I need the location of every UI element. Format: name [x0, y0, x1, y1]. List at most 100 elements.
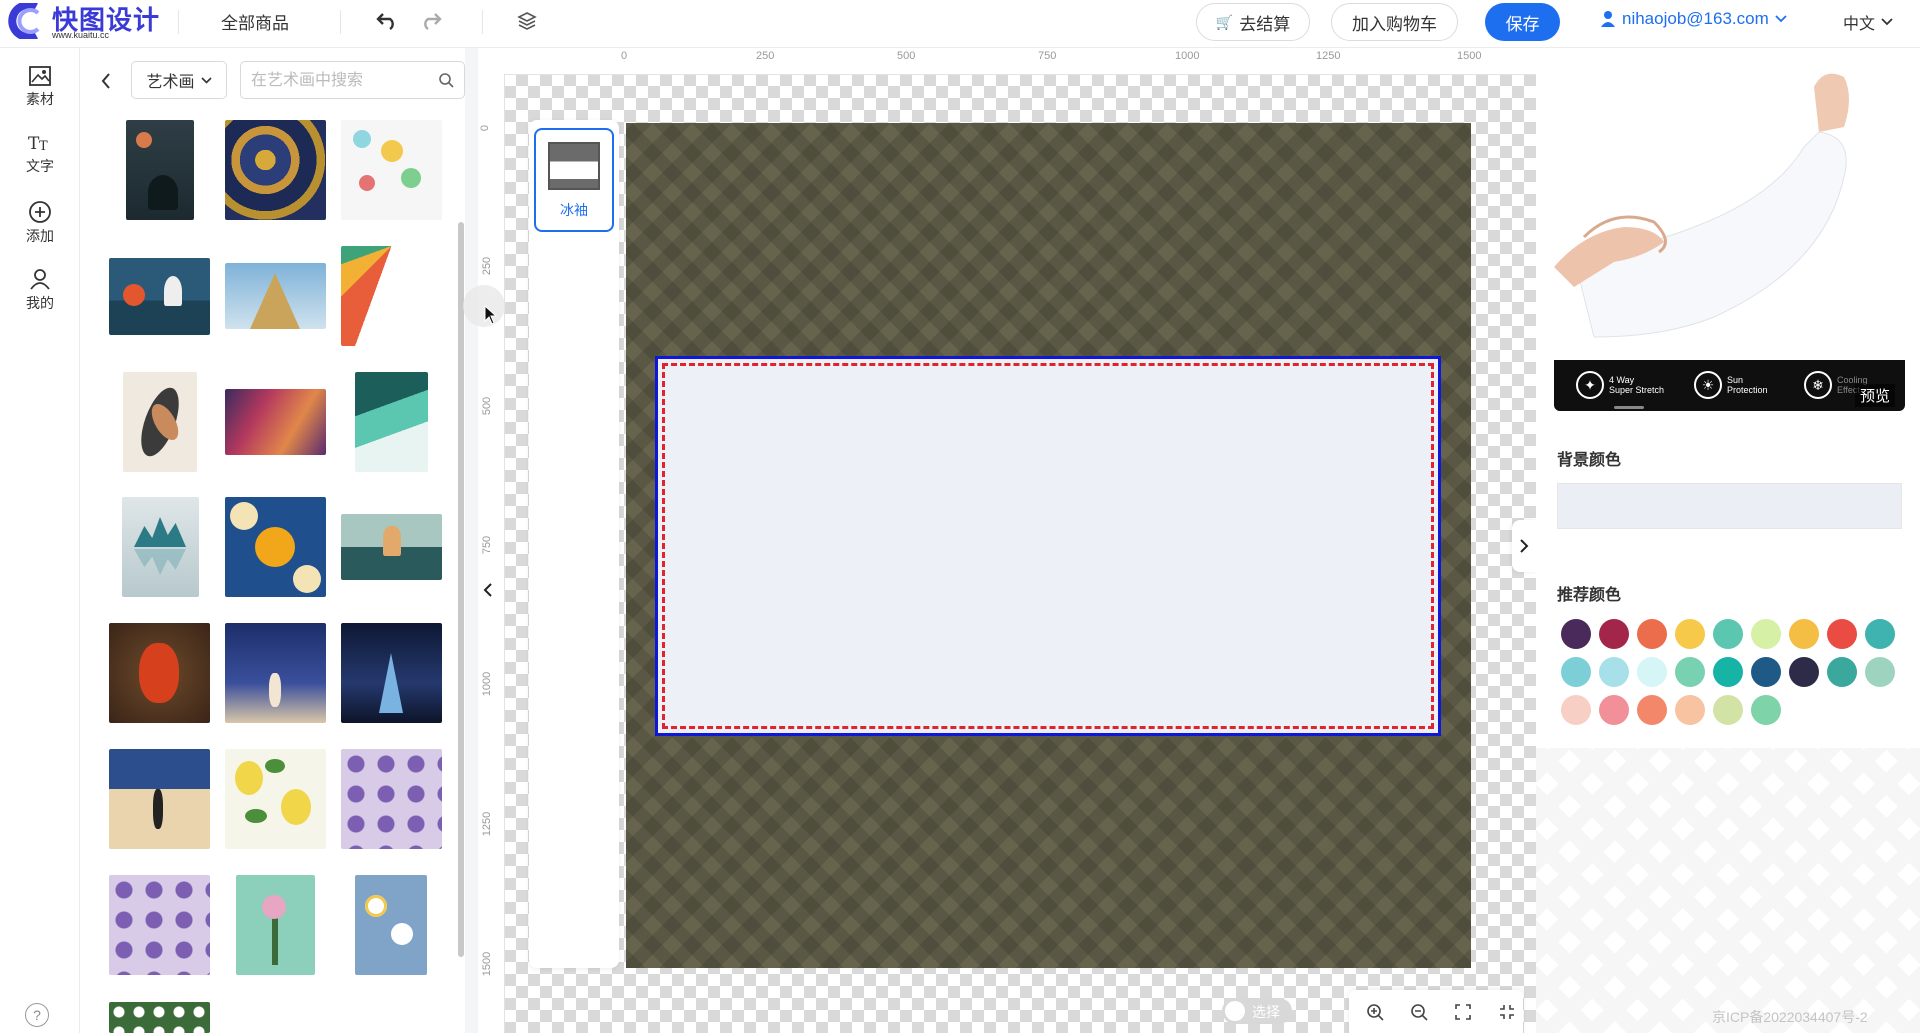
- nav-item-material[interactable]: 素材: [0, 65, 80, 125]
- category-select[interactable]: 艺术画: [131, 61, 227, 99]
- chevron-down-icon: [1881, 18, 1893, 26]
- artwork-thumbnail[interactable]: [225, 263, 326, 329]
- user-icon: [30, 269, 50, 290]
- color-swatch[interactable]: [1751, 619, 1781, 649]
- color-swatch[interactable]: [1713, 695, 1743, 725]
- artwork-thumbnail[interactable]: [341, 623, 442, 723]
- plus-circle-icon: [29, 201, 51, 223]
- help-icon[interactable]: ?: [25, 1003, 49, 1027]
- feature-sun: ☀ Sun Protection: [1694, 371, 1768, 399]
- feature-stretch: ✦ 4 Way Super Stretch: [1576, 371, 1664, 399]
- color-swatch[interactable]: [1561, 657, 1591, 687]
- collapse-panel-button[interactable]: [476, 568, 500, 612]
- search-icon[interactable]: [438, 72, 454, 88]
- logo[interactable]: 快图设计 www.kuaitu.cc: [4, 1, 164, 41]
- language-select[interactable]: 中文: [1843, 10, 1893, 34]
- artwork-thumbnail[interactable]: [126, 120, 194, 220]
- color-swatch[interactable]: [1865, 657, 1895, 687]
- color-swatch[interactable]: [1751, 695, 1781, 725]
- color-swatch[interactable]: [1827, 657, 1857, 687]
- artwork-thumbnail[interactable]: [341, 514, 442, 580]
- color-swatch[interactable]: [1561, 695, 1591, 725]
- horizontal-ruler: 0 250 500 750 1000 1250 1500: [478, 48, 1536, 75]
- color-swatch[interactable]: [1637, 657, 1667, 687]
- artwork-thumbnail[interactable]: [225, 389, 326, 455]
- search-box: [240, 61, 465, 99]
- layers-icon[interactable]: [514, 8, 540, 34]
- artwork-thumbnail[interactable]: [225, 120, 326, 220]
- save-button[interactable]: 保存: [1485, 3, 1560, 41]
- artwork-thumbnail[interactable]: [109, 623, 210, 723]
- artwork-thumbnail[interactable]: [109, 1002, 210, 1033]
- carousel-indicator: [1614, 406, 1644, 409]
- color-swatch[interactable]: [1789, 619, 1819, 649]
- artwork-thumbnail[interactable]: [123, 372, 197, 472]
- artwork-thumbnail[interactable]: [109, 258, 210, 335]
- user-menu[interactable]: nihaojob@163.com: [1600, 9, 1787, 29]
- checkout-button[interactable]: 🛒 去结算: [1196, 3, 1310, 41]
- color-swatch[interactable]: [1599, 657, 1629, 687]
- template-thumbnail: [548, 142, 600, 190]
- color-swatch[interactable]: [1751, 657, 1781, 687]
- artwork-thumbnail[interactable]: [341, 120, 442, 220]
- divider: [340, 10, 341, 34]
- expand-right-panel-button[interactable]: [1512, 520, 1536, 572]
- artwork-thumbnail[interactable]: [341, 246, 442, 346]
- left-nav: 素材 TT 文字 添加 我的: [0, 48, 80, 1033]
- color-swatch[interactable]: [1675, 657, 1705, 687]
- artwork-thumbnail[interactable]: [236, 875, 315, 975]
- color-swatch[interactable]: [1561, 619, 1591, 649]
- undo-icon[interactable]: [374, 8, 400, 34]
- panel-scrollbar[interactable]: [458, 222, 464, 957]
- icp-footer[interactable]: 京ICP备2022034407号-2: [1712, 1007, 1868, 1027]
- artwork-thumbnail[interactable]: [225, 623, 326, 723]
- color-swatch[interactable]: [1789, 657, 1819, 687]
- color-swatch[interactable]: [1827, 619, 1857, 649]
- search-input[interactable]: [249, 69, 433, 93]
- artwork-thumbnail[interactable]: [122, 497, 199, 597]
- template-label: 冰袖: [560, 202, 588, 218]
- user-icon: [1601, 11, 1615, 27]
- artwork-thumbnail[interactable]: [355, 372, 428, 472]
- template-card-sleeve[interactable]: 冰袖: [534, 128, 614, 232]
- color-swatch[interactable]: [1675, 695, 1705, 725]
- add-to-cart-button[interactable]: 加入购物车: [1331, 3, 1458, 41]
- color-swatch[interactable]: [1637, 619, 1667, 649]
- safe-zone-outline: [662, 363, 1434, 729]
- text-icon: TT: [28, 134, 48, 154]
- color-swatch[interactable]: [1675, 619, 1705, 649]
- sleeve-preview-image: [1554, 57, 1905, 360]
- artwork-thumbnail[interactable]: [225, 497, 326, 597]
- divider: [178, 10, 179, 34]
- artwork-thumbnail[interactable]: [355, 875, 427, 975]
- color-swatch[interactable]: [1637, 695, 1667, 725]
- artwork-thumbnail[interactable]: [109, 875, 210, 975]
- color-swatch[interactable]: [1713, 619, 1743, 649]
- product-preview[interactable]: ✦ 4 Way Super Stretch ☀ Sun Protection ❄ C…: [1554, 57, 1905, 411]
- fit-screen-icon[interactable]: [1451, 1000, 1475, 1024]
- redo-icon[interactable]: [418, 8, 444, 34]
- artwork-thumbnail[interactable]: [225, 749, 326, 849]
- zoom-in-icon[interactable]: [1363, 1000, 1387, 1024]
- nav-item-add[interactable]: 添加: [0, 200, 80, 260]
- select-mode-toggle[interactable]: 选择: [1222, 998, 1292, 1024]
- top-bar: 快图设计 www.kuaitu.cc 全部商品 🛒 去结算 加入购物车 保存 n…: [0, 0, 1920, 48]
- color-swatch[interactable]: [1599, 619, 1629, 649]
- artwork-thumbnail[interactable]: [109, 749, 210, 849]
- preview-tag[interactable]: 预览: [1855, 384, 1896, 407]
- color-swatch[interactable]: [1599, 695, 1629, 725]
- print-area[interactable]: [655, 356, 1441, 736]
- bg-color-picker[interactable]: [1557, 483, 1902, 529]
- nav-item-text[interactable]: TT 文字: [0, 132, 80, 192]
- zoom-out-icon[interactable]: [1407, 1000, 1431, 1024]
- template-panel: [529, 120, 619, 968]
- color-swatch[interactable]: [1865, 619, 1895, 649]
- chevron-right-icon: [1520, 539, 1529, 553]
- actual-size-icon[interactable]: [1495, 1000, 1519, 1024]
- color-swatch[interactable]: [1713, 657, 1743, 687]
- back-icon[interactable]: [98, 70, 114, 92]
- nav-item-mine[interactable]: 我的: [0, 267, 80, 327]
- artwork-thumbnail[interactable]: [341, 749, 442, 849]
- all-goods-link[interactable]: 全部商品: [221, 9, 289, 34]
- chevron-down-icon: [200, 76, 212, 84]
